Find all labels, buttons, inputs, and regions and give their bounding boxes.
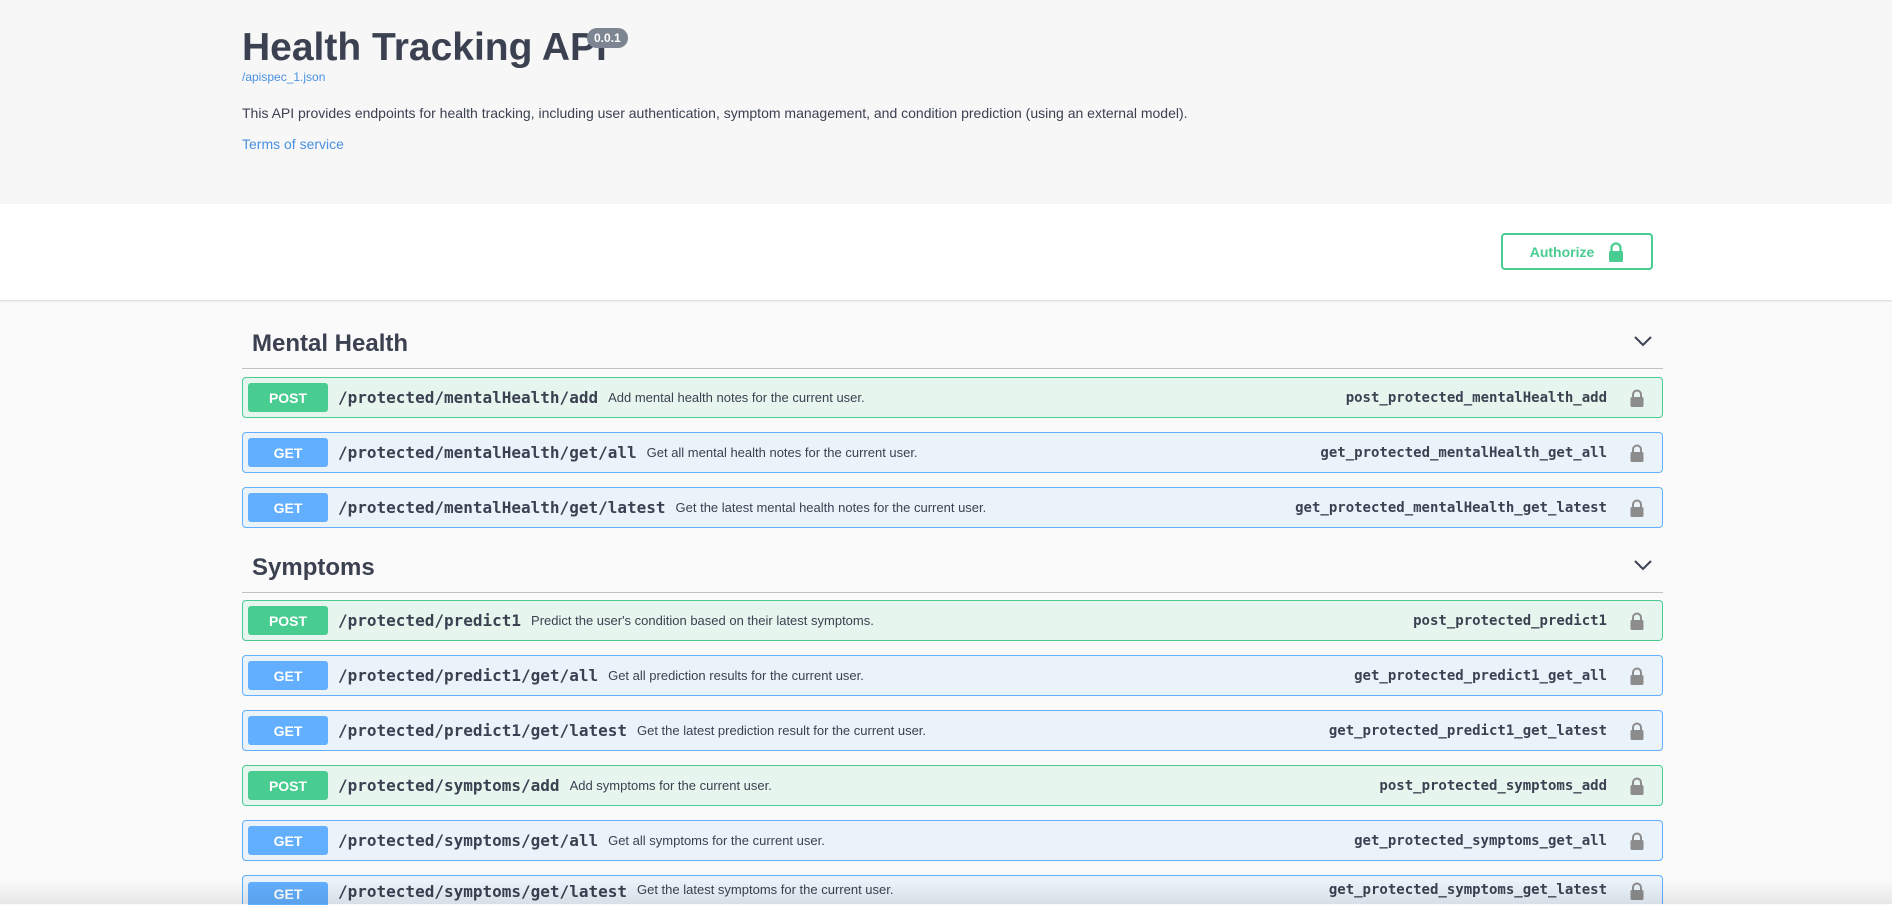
operation-row[interactable]: GET /protected/predict1/get/latest Get t…	[242, 710, 1663, 751]
operation-path: /protected/symptoms/add	[338, 776, 560, 795]
lock-icon[interactable]	[1617, 667, 1657, 685]
lock-icon[interactable]	[1617, 444, 1657, 462]
tag-mental-health[interactable]: Mental Health	[242, 319, 1663, 369]
operation-id: get_protected_mentalHealth_get_latest	[1295, 499, 1607, 516]
operation-id: post_protected_predict1	[1413, 612, 1607, 629]
method-badge: GET	[248, 661, 328, 690]
api-description: This API provides endpoints for health t…	[242, 105, 1188, 121]
operation-summary: Predict the user's condition based on th…	[531, 613, 874, 628]
lock-icon[interactable]	[1617, 832, 1657, 850]
operation-summary: Add symptoms for the current user.	[569, 778, 772, 793]
operation-id: get_protected_symptoms_get_all	[1354, 832, 1607, 849]
operation-path: /protected/predict1/get/all	[338, 666, 599, 685]
operation-row[interactable]: GET /protected/mentalHealth/get/all Get …	[242, 432, 1663, 473]
method-badge: GET	[248, 716, 328, 745]
operation-path: /protected/mentalHealth/get/latest	[338, 498, 666, 517]
operation-id: get_protected_predict1_get_all	[1354, 667, 1607, 684]
lock-icon[interactable]	[1617, 882, 1657, 900]
page-title: Health Tracking API	[242, 26, 607, 69]
method-badge: POST	[248, 606, 328, 635]
operation-id: get_protected_predict1_get_latest	[1328, 722, 1607, 739]
operation-summary: Get all mental health notes for the curr…	[646, 445, 918, 460]
operation-id: get_protected_mentalHealth_get_all	[1320, 444, 1607, 461]
tag-symptoms[interactable]: Symptoms	[242, 543, 1663, 593]
lock-icon	[1609, 241, 1624, 262]
lock-icon[interactable]	[1617, 722, 1657, 740]
operation-summary: Get the latest symptoms for the current …	[636, 882, 894, 897]
operation-summary: Add mental health notes for the current …	[608, 390, 865, 405]
lock-icon[interactable]	[1617, 777, 1657, 795]
operation-row[interactable]: GET /protected/predict1/get/all Get all …	[242, 655, 1663, 696]
operation-id: get_protected_symptoms_get_latest	[1328, 882, 1607, 898]
operation-summary: Get all prediction results for the curre…	[608, 668, 864, 683]
operation-row[interactable]: GET /protected/mentalHealth/get/latest G…	[242, 487, 1663, 528]
method-badge: POST	[248, 771, 328, 800]
operation-summary: Get all symptoms for the current user.	[608, 833, 825, 848]
lock-icon[interactable]	[1617, 612, 1657, 630]
operation-row[interactable]: POST /protected/predict1 Predict the use…	[242, 600, 1663, 641]
version-badge: 0.0.1	[587, 28, 628, 48]
operation-row[interactable]: GET /protected/symptoms/get/all Get all …	[242, 820, 1663, 861]
tag-title: Symptoms	[252, 553, 375, 581]
operation-path: /protected/symptoms/get/all	[338, 831, 599, 850]
lock-icon[interactable]	[1617, 389, 1657, 407]
operation-path: /protected/predict1/get/latest	[338, 721, 627, 740]
operation-path: /protected/mentalHealth/get/all	[338, 443, 637, 462]
chevron-down-icon[interactable]	[1633, 555, 1653, 580]
operation-id: post_protected_mentalHealth_add	[1345, 389, 1607, 406]
operation-row[interactable]: POST /protected/mentalHealth/add Add men…	[242, 377, 1663, 418]
operation-summary: Get the latest prediction result for the…	[636, 723, 927, 738]
operation-path: /protected/symptoms/get/latest	[338, 882, 627, 901]
operation-row[interactable]: POST /protected/symptoms/add Add symptom…	[242, 765, 1663, 806]
method-badge: GET	[248, 493, 328, 522]
spec-link[interactable]: /apispec_1.json	[242, 70, 325, 84]
chevron-down-icon[interactable]	[1633, 331, 1653, 356]
operation-row[interactable]: GET /protected/symptoms/get/latest Get t…	[242, 875, 1663, 905]
operation-summary: Get the latest mental health notes for t…	[675, 500, 987, 515]
operation-id: post_protected_symptoms_add	[1379, 777, 1607, 794]
tag-title: Mental Health	[252, 329, 409, 357]
lock-icon[interactable]	[1617, 499, 1657, 517]
terms-of-service-link[interactable]: Terms of service	[242, 136, 344, 152]
authorize-label: Authorize	[1529, 243, 1595, 260]
authorize-button[interactable]: Authorize	[1501, 233, 1653, 270]
operation-path: /protected/predict1	[338, 611, 522, 630]
method-badge: POST	[248, 383, 328, 412]
method-badge: GET	[248, 882, 328, 905]
operation-path: /protected/mentalHealth/add	[338, 388, 599, 407]
method-badge: GET	[248, 438, 328, 467]
method-badge: GET	[248, 826, 328, 855]
